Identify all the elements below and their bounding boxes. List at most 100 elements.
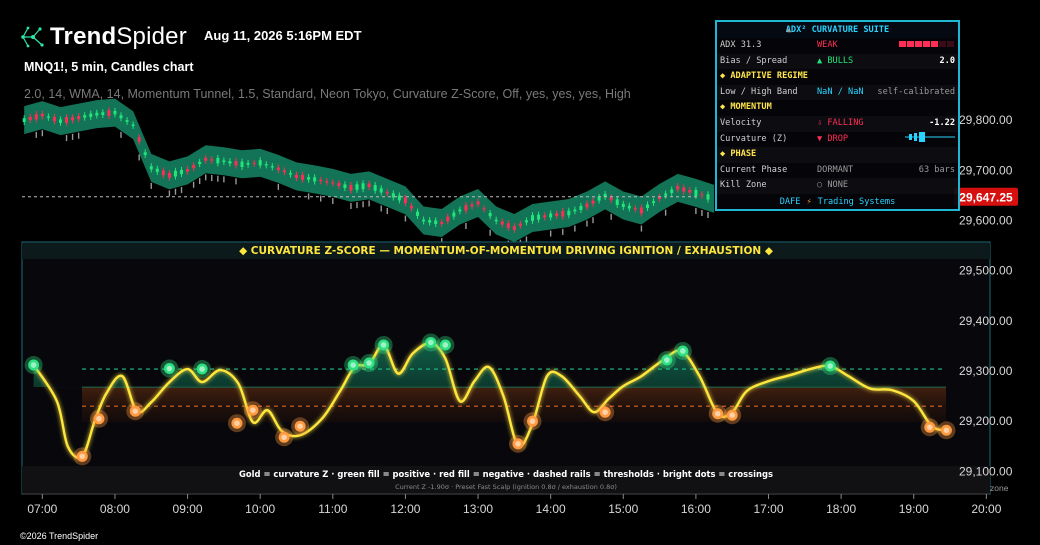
- candle-body: [331, 182, 335, 184]
- candle-body: [639, 207, 643, 214]
- crossing-dot-core: [926, 424, 933, 431]
- hud-title: ◣ ADX² CURVATURE SUITE: [717, 22, 958, 38]
- candle-body: [137, 137, 141, 142]
- candle-body: [77, 116, 81, 120]
- candle-body: [694, 189, 698, 196]
- candle-body: [573, 209, 577, 212]
- strength-meter: [899, 38, 955, 54]
- candle-body: [494, 219, 498, 222]
- crossing-dot-core: [234, 420, 240, 427]
- hud-section-header: ◆ PHASE: [717, 147, 958, 163]
- symbol-label[interactable]: MNQ1!, 5 min, Candles chart: [24, 60, 193, 74]
- candle-body: [664, 193, 668, 196]
- candle-body: [561, 211, 565, 217]
- candle-body: [46, 116, 50, 118]
- candle-body: [167, 172, 171, 178]
- hud-key: Curvature (Z): [720, 133, 788, 144]
- candle-body: [161, 170, 165, 176]
- candle-body: [307, 177, 311, 180]
- candle-body: [343, 184, 347, 189]
- candle-body: [276, 167, 280, 171]
- crossing-dot-core: [79, 453, 86, 460]
- hud-footer: DAFE ⚡ Trading Systems: [717, 197, 958, 207]
- candle-body: [615, 199, 619, 205]
- candle-body: [288, 173, 292, 175]
- crossing-dot-core: [96, 415, 102, 422]
- candle-body: [524, 220, 528, 223]
- crossing-dot-core: [515, 441, 521, 447]
- timestamp: Aug 11, 2026 5:16PM EDT: [204, 28, 362, 43]
- hud-key: Current Phase: [720, 164, 788, 175]
- x-tick-label: 07:00: [27, 502, 57, 516]
- candle-body: [155, 168, 159, 172]
- candle-body: [107, 110, 111, 116]
- x-tick-label: 14:00: [536, 502, 566, 516]
- y-tick-label: 29,500.00: [959, 264, 1013, 278]
- candle-body: [446, 216, 450, 222]
- candle-body: [198, 161, 202, 165]
- brand-name: TrendSpider: [50, 23, 187, 50]
- candle-body: [22, 118, 26, 123]
- crossing-dot-core: [729, 412, 736, 419]
- candle-body: [40, 113, 44, 117]
- candle-body: [113, 110, 117, 115]
- candle-body: [537, 214, 541, 220]
- x-tick-label: 15:00: [608, 502, 638, 516]
- candle-body: [367, 183, 371, 188]
- curvature-gauge-icon: [905, 131, 955, 142]
- crossing-dot-core: [602, 409, 608, 416]
- candle-body: [585, 203, 589, 208]
- x-tick-label: 08:00: [100, 502, 130, 516]
- corner-icon: ◣: [787, 25, 792, 34]
- hud-key: ADX 31.3: [720, 40, 762, 50]
- candle-body: [28, 116, 32, 121]
- candle-body: [482, 208, 486, 210]
- candle-body: [470, 204, 474, 207]
- y-tick-label: 29,100.00: [959, 464, 1013, 478]
- candle-body: [476, 201, 480, 205]
- candle-body: [125, 120, 129, 122]
- hud-footer-brand: DAFE: [779, 197, 801, 207]
- candle-body: [434, 220, 438, 224]
- y-tick-label: 29,400.00: [959, 314, 1013, 328]
- crossing-dot-core: [297, 423, 303, 430]
- x-tick-label: 18:00: [826, 502, 856, 516]
- hud-row: Kill Zone ○ NONE: [717, 178, 958, 194]
- candle-body: [228, 161, 232, 164]
- crossing-dot-core: [943, 427, 950, 434]
- candle-body: [282, 170, 286, 173]
- candle-body: [609, 197, 613, 201]
- candle-body: [555, 213, 559, 217]
- candle-body: [258, 160, 262, 166]
- x-tick-label: 10:00: [245, 502, 275, 516]
- candle-body: [670, 189, 674, 193]
- candle-body: [621, 203, 625, 208]
- crossing-dot-core: [366, 360, 372, 366]
- candle-body: [379, 188, 383, 193]
- candle-body: [488, 213, 492, 217]
- candle-body: [518, 223, 522, 226]
- candle-body: [149, 166, 153, 170]
- hud-footer-tagline: Trading Systems: [817, 197, 896, 207]
- hud-section-header: ◆ ADAPTIVE REGIME: [720, 71, 808, 82]
- candle-body: [270, 166, 274, 168]
- candle-body: [252, 162, 256, 164]
- hud-state: NaN / NaN: [817, 86, 864, 97]
- candle-body: [71, 117, 75, 121]
- crossing-dot-core: [132, 408, 139, 415]
- candle-body: [464, 205, 468, 211]
- hud-state: WEAK: [817, 40, 838, 50]
- candle-body: [688, 189, 692, 193]
- candle-body: [216, 157, 220, 164]
- x-tick-label: 19:00: [899, 502, 929, 516]
- candle-body: [101, 112, 105, 116]
- y-tick-label: 29,600.00: [959, 214, 1013, 228]
- candle-body: [531, 215, 535, 221]
- trendspider-logo: TrendSpider: [20, 22, 187, 52]
- candle-body: [676, 186, 680, 190]
- hud-key: Low / High Band: [720, 86, 798, 97]
- candle-body: [652, 201, 656, 204]
- hud-state: DORMANT: [817, 164, 854, 175]
- hud-row: Current Phase DORMANT 63 bars: [717, 163, 958, 179]
- crossing-dot-core: [664, 357, 670, 363]
